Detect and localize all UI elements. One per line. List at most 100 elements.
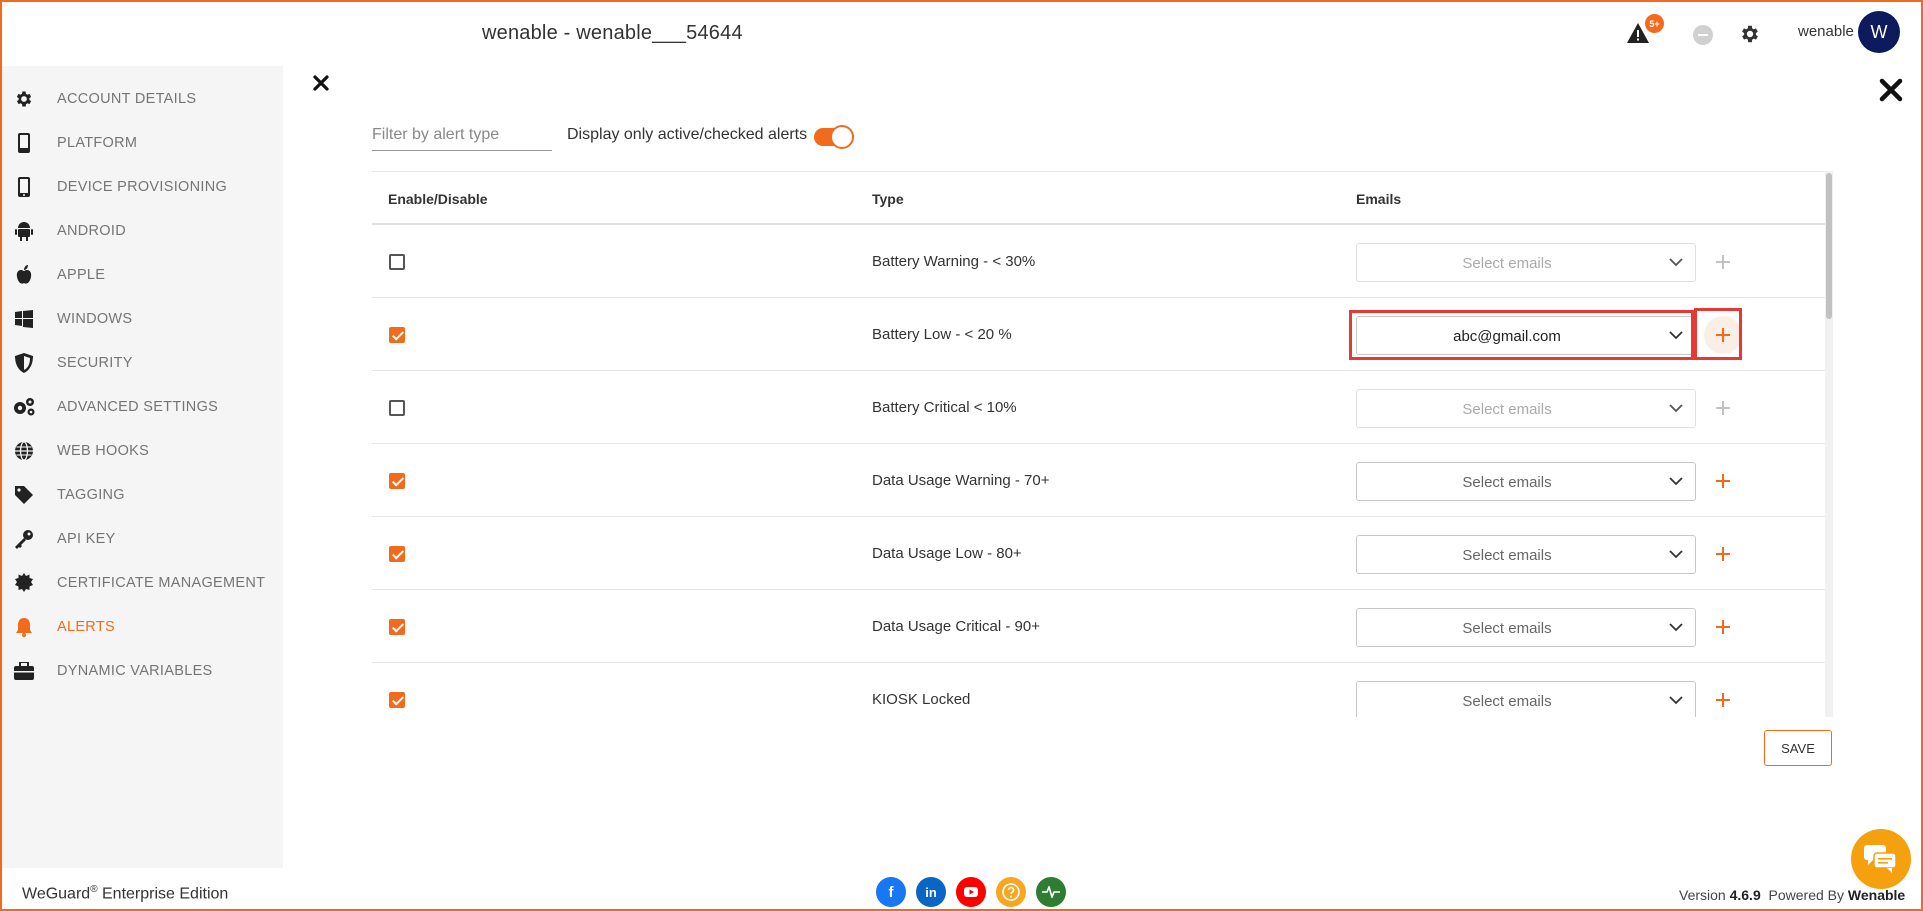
chevron-down-icon [1669,550,1683,559]
chevron-down-icon [1669,258,1683,267]
sidebar-item-label: TAGGING [57,487,125,503]
facebook-icon[interactable]: f [876,877,906,907]
table-row: KIOSK Locked Select emails [372,663,1825,717]
email-select[interactable]: Select emails [1356,535,1696,574]
add-email-plus-icon[interactable] [1704,389,1742,427]
version-prefix: Version [1679,887,1730,903]
active-alerts-toggle[interactable] [814,125,854,149]
table-row: Battery Critical < 10% Select emails [372,371,1825,444]
edition-label: WeGuard® Enterprise Edition [22,884,228,903]
sidebar-item-apple[interactable]: APPLE [2,253,283,297]
status-pulse-icon[interactable] [1036,877,1066,907]
enable-checkbox[interactable] [389,619,405,635]
header-enable-disable: Enable/Disable [388,191,488,207]
email-select[interactable]: abc@gmail.com [1356,316,1696,355]
apple-icon [12,263,36,287]
sidebar-item-certificate-management[interactable]: CERTIFICATE MANAGEMENT [2,561,283,605]
sidebar-item-label: ADVANCED SETTINGS [57,399,219,415]
add-email-plus-icon[interactable] [1704,681,1742,717]
email-select[interactable]: Select emails [1356,462,1696,501]
sidebar-item-tagging[interactable]: TAGGING [2,473,283,517]
version-number: 4.6.9 [1729,887,1761,903]
email-select[interactable]: Select emails [1356,608,1696,647]
add-email-plus-icon[interactable] [1704,243,1742,281]
sidebar-item-label: PLATFORM [57,135,138,151]
active-alerts-toggle-label: Display only active/checked alerts [567,126,808,143]
key-icon [12,527,36,551]
status-minus-icon[interactable] [1692,24,1714,46]
alert-type: Battery Low - < 20 % [872,326,1012,343]
sidebar-item-alerts[interactable]: ALERTS [2,605,283,649]
bell-icon [12,615,36,639]
gears-icon [12,395,36,419]
settings-gear-icon[interactable] [1737,21,1763,47]
email-select[interactable]: Select emails [1356,681,1696,717]
sidebar-item-label: ANDROID [57,223,126,239]
alert-type: Data Usage Critical - 90+ [872,618,1040,635]
add-email-plus-icon[interactable] [1704,608,1742,646]
enable-checkbox[interactable] [389,692,405,708]
add-email-plus-icon[interactable] [1704,316,1742,354]
sidebar-item-label: WEB HOOKS [57,443,150,459]
header-type: Type [872,191,904,207]
close-dialog-icon[interactable] [1879,78,1905,104]
sidebar-item-advanced-settings[interactable]: ADVANCED SETTINGS [2,385,283,429]
enable-checkbox[interactable] [389,400,405,416]
save-button[interactable]: SAVE [1764,730,1832,766]
linkedin-icon[interactable]: in [916,877,946,907]
android-icon [12,219,36,243]
sidebar-item-android[interactable]: ANDROID [2,209,283,253]
sidebar-item-label: API KEY [57,531,116,547]
brand-name: WeGuard [22,885,91,903]
table-row: Data Usage Low - 80+ Select emails [372,517,1825,590]
user-avatar[interactable]: W [1858,11,1900,53]
windows-icon [12,307,36,331]
user-name[interactable]: wenable [1798,23,1854,40]
alerts-table: Enable/Disable Type Emails Battery Warni… [372,171,1825,717]
registered-mark: ® [90,884,98,895]
chevron-down-icon [1669,623,1683,632]
email-select[interactable]: Select emails [1356,389,1696,428]
footer: WeGuard® Enterprise Edition f in Version… [0,868,1923,911]
tag-icon [12,483,36,507]
chat-support-button[interactable] [1851,829,1911,889]
sidebar-item-security[interactable]: SECURITY [2,341,283,385]
email-select-value: Select emails [1462,620,1552,637]
sidebar-item-label: ACCOUNT DETAILS [57,91,197,107]
filter-alert-type-input[interactable] [372,120,552,151]
table-row: Battery Low - < 20 % abc@gmail.com [372,298,1825,371]
enable-checkbox[interactable] [389,473,405,489]
add-email-plus-icon[interactable] [1704,535,1742,573]
sidebar-item-account-details[interactable]: ACCOUNT DETAILS [2,77,283,121]
sidebar-item-label: DEVICE PROVISIONING [57,179,228,195]
email-select-value: Select emails [1462,401,1552,418]
sidebar-item-platform[interactable]: PLATFORM [2,121,283,165]
sidebar-item-device-provisioning[interactable]: DEVICE PROVISIONING [2,165,283,209]
sidebar-item-label: SECURITY [57,355,133,371]
alert-count-badge: 5+ [1645,14,1664,33]
sidebar-item-api-key[interactable]: API KEY [2,517,283,561]
shield-icon [12,351,36,375]
powered-prefix: Powered By [1768,887,1848,903]
chevron-down-icon [1669,404,1683,413]
chevron-down-icon [1669,477,1683,486]
sidebar-item-windows[interactable]: WINDOWS [2,297,283,341]
enable-checkbox[interactable] [389,546,405,562]
email-select[interactable]: Select emails [1356,243,1696,282]
alert-type: Data Usage Warning - 70+ [872,472,1050,489]
youtube-icon[interactable] [956,877,986,907]
email-select-value: Select emails [1462,547,1552,564]
table-row: Data Usage Warning - 70+ Select emails [372,444,1825,517]
enable-checkbox[interactable] [389,327,405,343]
certificate-icon [12,571,36,595]
close-panel-icon[interactable] [312,74,334,96]
help-question-icon[interactable] [996,877,1026,907]
email-select-value: Select emails [1462,693,1552,710]
sidebar-item-label: WINDOWS [57,311,133,327]
table-scrollbar-thumb[interactable] [1826,173,1832,319]
sidebar-item-web-hooks[interactable]: WEB HOOKS [2,429,283,473]
sidebar-item-dynamic-variables[interactable]: DYNAMIC VARIABLES [2,649,283,693]
add-email-plus-icon[interactable] [1704,462,1742,500]
enable-checkbox[interactable] [389,254,405,270]
sidebar-item-label: APPLE [57,267,106,283]
